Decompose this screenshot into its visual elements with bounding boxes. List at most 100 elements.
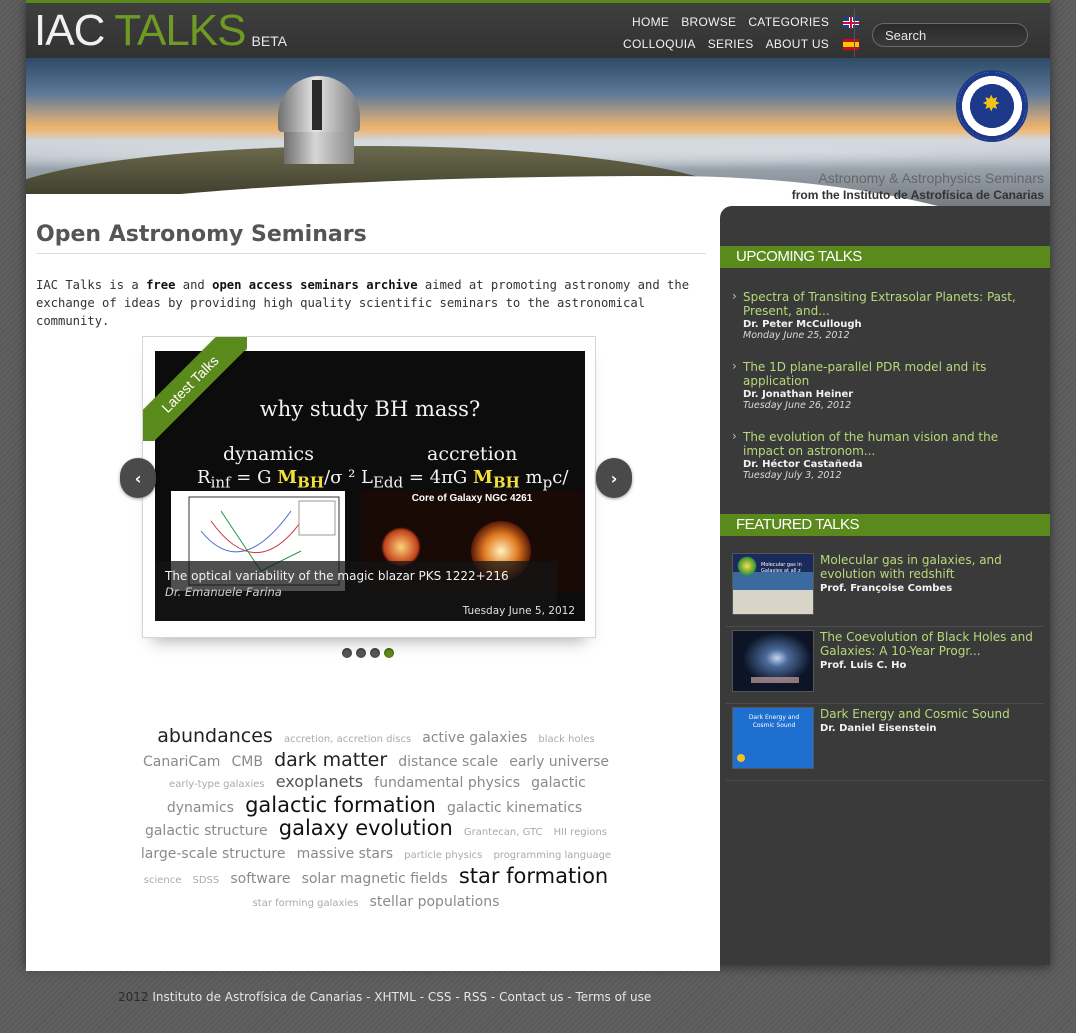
site-logo[interactable]: IAC TALKS BETA [34,7,287,53]
upcoming-talk-title[interactable]: The evolution of the human vision and th… [732,429,1042,458]
featured-talk-title-text[interactable]: Dark Energy and Cosmic Sound [820,707,1046,721]
tag-link[interactable]: galactic formation [245,793,436,817]
featured-talk-item[interactable]: Molecular gas in Galaxies at all z Molec… [726,550,1044,627]
nav-colloquia[interactable]: COLLOQUIA [623,37,696,51]
tag-link[interactable]: star formation [459,864,608,888]
telescope-slit [312,80,322,130]
tag-link[interactable]: solar magnetic fields [302,871,448,887]
eq-part: inf [210,473,231,492]
header-bar: IAC TALKS BETA HOME BROWSE CATEGORIES CO… [26,0,1050,58]
tag-link[interactable]: SDSS [193,875,220,886]
upcoming-talk-title[interactable]: The 1D plane-parallel PDR model and its … [732,359,1042,388]
featured-talk-thumbnail[interactable]: Dark Energy and Cosmic Sound [732,707,814,769]
featured-talk-thumbnail[interactable]: Molecular gas in Galaxies at all z [732,553,814,615]
tag-link[interactable]: software [230,871,290,887]
footer-link-css[interactable]: CSS [428,990,452,1004]
tag-link[interactable]: star forming galaxies [253,898,359,909]
nav-browse[interactable]: BROWSE [681,15,736,29]
nav-categories[interactable]: CATEGORIES [748,15,829,29]
footer-link-terms[interactable]: Terms of use [575,990,651,1004]
slider-dot[interactable] [342,648,352,658]
featured-talk-title-text[interactable]: Molecular gas in galaxies, and evolution… [820,553,1046,581]
tag-link[interactable]: accretion, accretion discs [284,734,411,745]
tag-link[interactable]: programming language [493,850,611,861]
ribbon-label: Latest Talks [143,337,247,441]
footer-year: 2012 [118,990,149,1004]
tag-link[interactable]: active galaxies [422,730,527,746]
eq-part: M [473,467,493,488]
tag-link[interactable]: large-scale structure [141,846,286,862]
eq-part: /σ ² [324,467,356,488]
thumbnail-graphic [737,754,745,762]
slider-dot[interactable] [356,648,366,658]
tag-link[interactable]: fundamental physics [374,775,520,791]
tag-link[interactable]: galaxy evolution [279,816,453,840]
eq-part: BH [492,473,520,492]
featured-talk-title[interactable]: Dark Energy and Cosmic Sound Dr. Daniel … [820,707,1046,736]
featured-thumbnail-text: Dark Energy and Cosmic Sound [748,714,800,729]
main-content: Open Astronomy Seminars IAC Talks is a f… [26,194,720,971]
tag-link[interactable]: Grantecan, GTC [464,827,543,838]
slide-talk-title: The optical variability of the magic bla… [165,569,509,583]
upcoming-talk-title[interactable]: Spectra of Transiting Extrasolar Planets… [732,289,1042,318]
upcoming-talk-item[interactable]: The 1D plane-parallel PDR model and its … [732,359,1042,411]
tag-link[interactable]: CMB [232,754,263,770]
slider-dot-active[interactable] [384,648,394,658]
eq-part: MBH [277,467,324,492]
tag-link[interactable]: dark matter [274,749,387,771]
tag-link[interactable]: HII regions [554,827,607,838]
footer-link-iac[interactable]: Instituto de Astrofísica de Canarias [152,990,362,1004]
tag-link[interactable]: galactic kinematics [447,800,582,816]
footer-link-contact[interactable]: Contact us [499,990,563,1004]
tag-link[interactable]: abundances [157,725,273,747]
tag-link[interactable]: exoplanets [276,772,363,791]
logo-talks: TALKS [114,6,246,55]
tag-link[interactable]: massive stars [297,846,393,862]
tag-link[interactable]: CanariCam [143,754,220,770]
featured-talks-header: FEATURED TALKS [720,514,1050,536]
footer-link-rss[interactable]: RSS [464,990,488,1004]
tag-link[interactable]: galactic structure [145,823,268,839]
tag-link[interactable]: science [144,875,182,886]
slider-dot[interactable] [370,648,380,658]
featured-talk-item[interactable]: The Coevolution of Black Holes and Galax… [726,627,1044,704]
upcoming-talk-date: Monday June 25, 2012 [743,330,850,341]
slider-next-button[interactable]: › [596,458,632,498]
english-flag-icon[interactable] [843,17,860,28]
banner-subtagline: from the Instituto de Astrofísica de Can… [791,188,1044,202]
eq-part: = G [230,467,278,488]
upcoming-talk-item[interactable]: Spectra of Transiting Extrasolar Planets… [732,289,1042,341]
tag-link[interactable]: stellar populations [370,894,500,910]
featured-talk-item[interactable]: Dark Energy and Cosmic Sound Dark Energy… [726,704,1044,781]
intro-part: and [175,278,213,292]
tag-link[interactable]: distance scale [398,754,498,770]
featured-talk-title[interactable]: The Coevolution of Black Holes and Galax… [820,630,1046,673]
spanish-flag-icon[interactable] [843,39,860,50]
footer-separator: - [490,990,496,1004]
tag-link[interactable]: early-type galaxies [169,779,264,790]
nav-home[interactable]: HOME [632,15,669,29]
intro-text: IAC Talks is a free and open access semi… [36,276,696,330]
tag-link[interactable]: particle physics [404,850,482,861]
upcoming-talk-date: Tuesday June 26, 2012 [743,400,852,411]
footer-link-xhtml[interactable]: XHTML [374,990,416,1004]
slide-dynamics-heading: dynamics [223,443,314,465]
eq-part: p [542,473,553,492]
tag-link[interactable]: black holes [538,734,594,745]
search-input[interactable] [872,23,1028,47]
tag-link[interactable]: early universe [509,754,609,770]
slider-prev-button[interactable]: ‹ [120,458,156,498]
upcoming-talk-item[interactable]: The evolution of the human vision and th… [732,429,1042,481]
nav-about-us[interactable]: ABOUT US [766,37,830,51]
intro-emphasis-archive: open access seminars archive [212,278,418,292]
upcoming-talk-speaker: Dr. Héctor Castañeda [743,459,863,470]
intro-emphasis-free: free [146,278,176,292]
sidebar: UPCOMING TALKS Spectra of Transiting Ext… [720,218,1050,965]
featured-talk-title-text[interactable]: The Coevolution of Black Holes and Galax… [820,630,1046,658]
nav-series[interactable]: SERIES [708,37,754,51]
banner-dark-stripe [720,206,1050,218]
featured-talk-title[interactable]: Molecular gas in galaxies, and evolution… [820,553,1046,596]
featured-talk-thumbnail[interactable] [732,630,814,692]
galaxy-image-title: Core of Galaxy NGC 4261 [411,493,533,504]
footer-separator: - [567,990,572,1004]
